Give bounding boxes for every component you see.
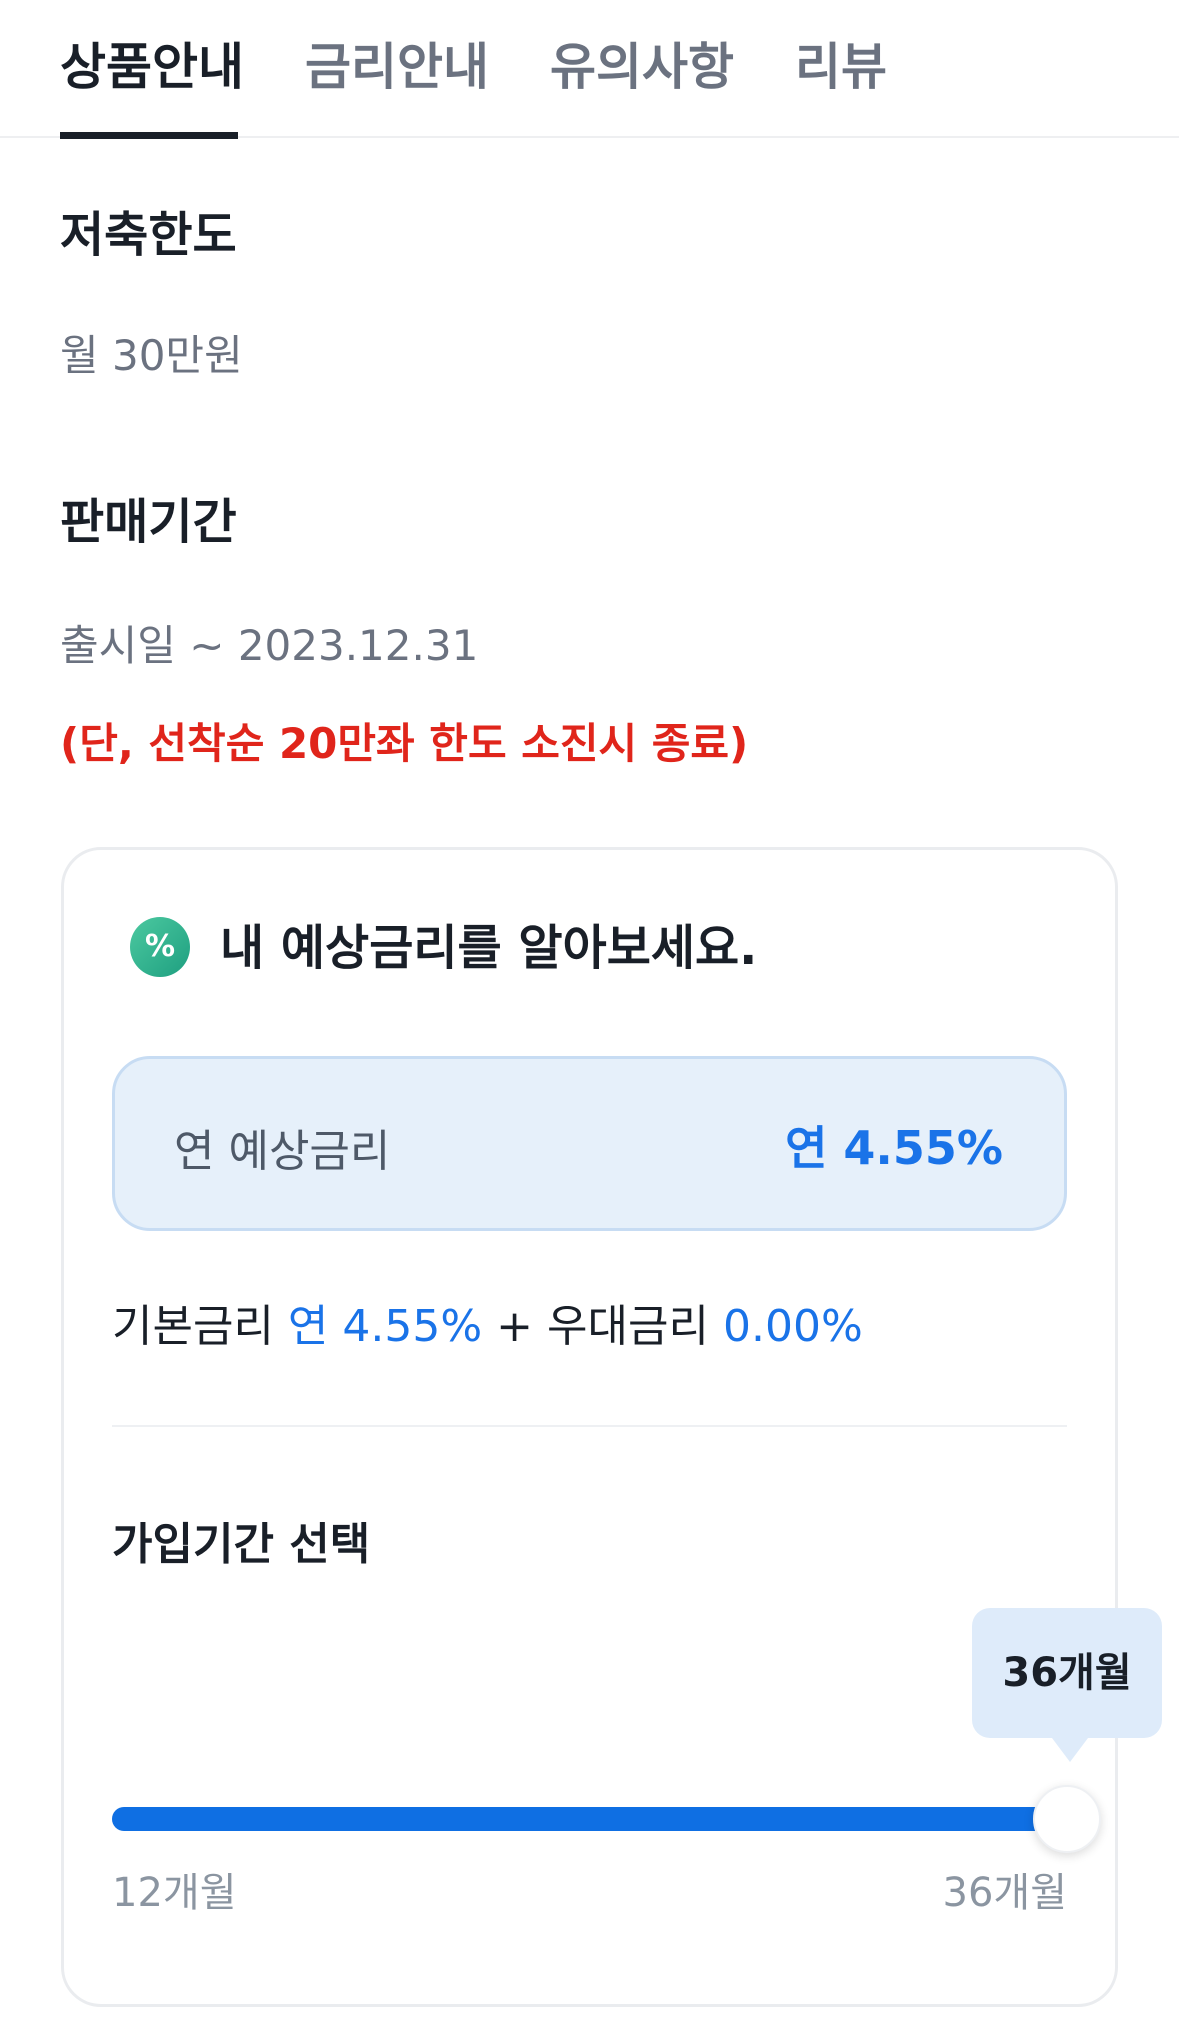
- term-slider-thumb[interactable]: [1033, 1785, 1101, 1853]
- tooltip-arrow: [1052, 1738, 1088, 1762]
- sale-period-title: 판매기간: [60, 494, 237, 550]
- rate-card-title: 내 예상금리를 알아보세요.: [220, 920, 758, 976]
- sale-period-value: 출시일 ~ 2023.12.31: [60, 621, 479, 670]
- tab-product-info[interactable]: 상품안내: [60, 30, 244, 105]
- term-max-label: 36개월: [942, 1870, 1068, 1916]
- divider: [112, 1425, 1067, 1427]
- term-select-title: 가입기간 선택: [112, 1519, 371, 1570]
- base-rate-value: 연 4.55%: [287, 1301, 483, 1352]
- term-slider-fill: [112, 1807, 1067, 1831]
- tab-bar: 상품안내 금리안내 유의사항 리뷰: [0, 0, 1179, 139]
- rate-card: [61, 847, 1118, 2007]
- active-tab-indicator: [60, 132, 238, 139]
- tab-reviews[interactable]: 리뷰: [795, 30, 887, 105]
- plus-sign: +: [496, 1301, 534, 1352]
- sale-period-notice: (단, 선착순 20만좌 한도 소진시 종료): [60, 719, 749, 768]
- tab-rate-info[interactable]: 금리안내: [305, 30, 489, 105]
- percent-icon: %: [130, 917, 190, 977]
- expected-rate-label: 연 예상금리: [174, 1126, 391, 1177]
- limit-title: 저축한도: [60, 207, 237, 263]
- term-tooltip: 36개월: [972, 1608, 1162, 1738]
- rate-breakdown: 기본금리 연 4.55% + 우대금리 0.00%: [112, 1290, 863, 1354]
- bonus-rate-value: 0.00%: [722, 1301, 863, 1352]
- term-min-label: 12개월: [112, 1870, 237, 1916]
- tab-notes[interactable]: 유의사항: [550, 30, 734, 105]
- base-rate-label: 기본금리: [112, 1301, 274, 1352]
- term-slider-track[interactable]: [112, 1807, 1067, 1831]
- bonus-rate-label: 우대금리: [547, 1301, 709, 1352]
- expected-rate-value: 연 4.55%: [785, 1121, 1003, 1175]
- limit-value: 월 30만원: [60, 331, 243, 380]
